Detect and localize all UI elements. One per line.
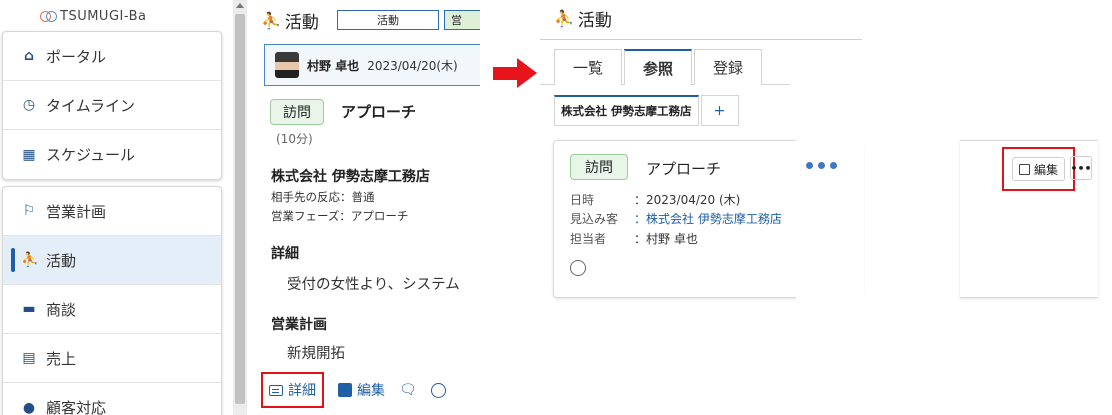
document-icon [269,384,283,396]
edit-button[interactable]: 編集 [1011,157,1065,181]
sidebar: TSUMUGI-Ba ⌂ ポータル ◷ タイムライン ▦ スケジュール ⚐ 営業… [0,0,233,415]
edit-button-label: 編集 [1033,162,1058,177]
sidebar-scrollbar[interactable] [233,0,247,415]
avatar [275,52,299,78]
comment-button[interactable]: 🗨 [399,382,417,398]
flag-icon: ⚐ [22,203,36,219]
tab-reference[interactable]: 参照 [624,49,693,85]
detail-button[interactable]: 詳細 [261,372,324,408]
edit-button[interactable]: 編集 [338,380,385,400]
sidebar-item-label: タイムライン [46,96,135,115]
nav-group-main: ⌂ ポータル ◷ タイムライン ▦ スケジュール [2,31,222,180]
sidebar-item-label: 営業計画 [46,202,107,221]
filter-tag-sales[interactable]: 営 [444,10,480,30]
detail-heading: 詳細 [271,246,299,262]
tab-company-record[interactable]: 株式会社 伊勢志摩工務店 [554,95,699,126]
ellipsis-icon [806,162,837,169]
activity-title: アプローチ [341,103,417,121]
screenshot-root: TSUMUGI-Ba ⌂ ポータル ◷ タイムライン ▦ スケジュール ⚐ 営業… [0,0,1112,415]
phase-text: 営業フェーズ：アプローチ [271,209,409,223]
logo-icon [40,9,57,23]
tab-register[interactable]: 登録 [694,49,763,85]
sidebar-item-label: ポータル [46,47,107,66]
home-icon: ⌂ [23,48,35,64]
row-value: ：2023/04/20 (木) [634,193,741,207]
invoice-icon: ▤ [22,350,36,366]
sidebar-item-label: 売上 [46,349,77,368]
sidebar-item-activity[interactable]: ⛹ 活動 [3,236,221,285]
edit-icon [1018,163,1030,175]
prospect-link[interactable]: ：株式会社 伊勢志摩工務店 [634,210,782,227]
sidebar-item-deals[interactable]: ▬ 商談 [3,285,221,334]
sidebar-item-label: 活動 [46,251,77,270]
visit-badge: 訪問 [270,99,324,125]
runner-icon: ⛹ [261,11,281,30]
edit-button-highlight: 編集 [1002,147,1075,191]
nav-group-sales: ⚐ 営業計画 ⛹ 活動 ▬ 商談 ▤ 売上 ● 顧客対応 [2,186,222,415]
user-name: 村野 卓也 [307,58,360,73]
runner-icon: ⛹ [554,9,574,28]
date-row: 日時 ：2023/04/20 (木) [570,191,740,208]
sidebar-item-sales-plan[interactable]: ⚐ 営業計画 [3,187,221,236]
sidebar-item-sales[interactable]: ▤ 売上 [3,334,221,383]
runner-icon: ⛹ [21,252,39,268]
view-tabs: 一覧 参照 登録 [554,49,764,85]
row-label: 日時 [570,193,595,207]
sidebar-item-label: 商談 [46,300,77,319]
smile-icon[interactable] [570,260,586,276]
reaction-button[interactable] [430,382,446,398]
activity-title: アプローチ [646,160,722,178]
activity-duration: (10分) [276,132,313,146]
person-icon: ● [22,399,36,415]
sales-plan-text: 新規開拓 [287,346,345,362]
sidebar-item-label: スケジュール [46,146,135,164]
page-title: ⛹ 活動 [554,6,612,31]
logo-text: TSUMUGI-Ba [60,8,147,24]
reaction-text: 相手先の反応：普通 [271,190,375,204]
owner-row: 担当者 ：村野 卓也 [570,230,698,247]
user-row[interactable]: 村野 卓也 2023/04/20(木) [264,44,480,86]
company-name: 株式会社 伊勢志摩工務店 [271,169,430,185]
calendar-icon: ▦ [22,146,36,163]
sales-plan-heading: 営業計画 [271,317,327,333]
sidebar-item-customer-support[interactable]: ● 顧客対応 [3,383,221,415]
activity-date: 2023/04/20(木) [367,58,458,73]
comment-icon: 🗨 [399,382,417,398]
activity-toolbar: 詳細 編集 🗨 [261,370,446,410]
scroll-up-icon[interactable] [236,3,244,8]
sidebar-item-schedule[interactable]: ▦ スケジュール [3,130,221,179]
edit-icon [338,383,352,397]
add-tab-button[interactable]: + [700,95,739,126]
prospect-row: 見込み客 ：株式会社 伊勢志摩工務店 [570,210,782,227]
row-label: 担当者 [570,232,607,246]
page-title: ⛹ 活動 [261,8,319,33]
app-logo: TSUMUGI-Ba [40,6,146,26]
filter-tag-activity[interactable]: 活動 [337,10,439,30]
page-title-text: 活動 [577,11,612,31]
page-title-text: 活動 [284,13,319,33]
sidebar-item-label: 顧客対応 [46,399,107,415]
detail-text: 受付の女性より、システム [287,277,460,293]
tab-list[interactable]: 一覧 [554,49,623,85]
row-value: ：村野 卓也 [634,232,698,246]
smile-icon [430,382,446,398]
row-label: 見込み客 [570,212,619,226]
activity-detail-panel: ⛹ 活動 活動 営 村野 卓也 2023/04/20(木) 訪問 アプローチ (… [247,0,480,415]
right-arrow-icon [493,58,539,88]
sidebar-item-portal[interactable]: ⌂ ポータル [3,32,221,81]
clock-icon: ◷ [22,97,36,113]
more-options-button[interactable]: ••• [1070,156,1092,180]
sidebar-item-timeline[interactable]: ◷ タイムライン [3,81,221,130]
activity-reference-panel: ⛹ 活動 一覧 参照 登録 株式会社 伊勢志摩工務店 + 訪問 アプローチ 日時… [540,0,1112,415]
briefcase-icon: ▬ [22,301,36,317]
visit-badge: 訪問 [570,154,628,180]
detail-button-label: 詳細 [288,383,316,399]
record-tabs: 株式会社 伊勢志摩工務店 + [554,95,741,126]
scroll-thumb[interactable] [235,14,245,404]
edit-button-label: 編集 [357,383,385,399]
